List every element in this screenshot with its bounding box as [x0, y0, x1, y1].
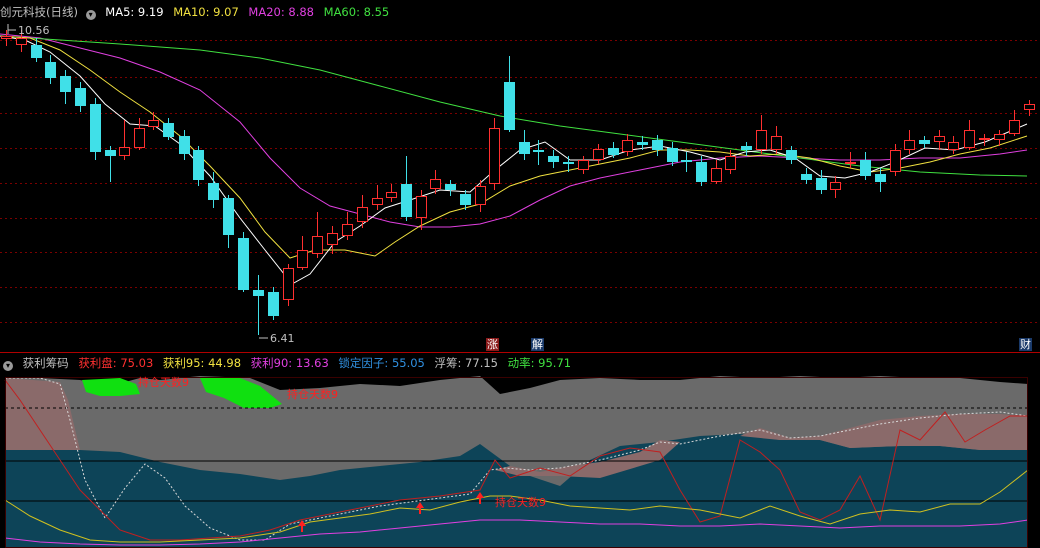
- annotation-2: 持仓天数9: [287, 387, 338, 401]
- candlestick-chart[interactable]: 10.56 6.41: [0, 0, 1040, 353]
- marker-cai[interactable]: 财: [1019, 338, 1032, 351]
- candle[interactable]: [964, 120, 975, 150]
- sub-indicator-menu-icon[interactable]: ▾: [3, 361, 13, 371]
- candle[interactable]: [134, 118, 145, 150]
- sub-title[interactable]: 获利筹码: [23, 356, 69, 370]
- candle[interactable]: [801, 168, 812, 184]
- stat-float: 浮筹: 77.15: [434, 356, 498, 370]
- candle[interactable]: [608, 142, 619, 158]
- candle[interactable]: [297, 236, 308, 270]
- candle[interactable]: [163, 118, 174, 140]
- annotation-1: 持仓天数9: [138, 375, 189, 389]
- candle[interactable]: [105, 146, 116, 182]
- candle[interactable]: [756, 115, 767, 154]
- candle[interactable]: [816, 170, 827, 194]
- candle[interactable]: [948, 136, 959, 154]
- stat-huoli95: 获利95: 44.98: [162, 356, 242, 370]
- candle[interactable]: [548, 150, 559, 168]
- ma-line: [0, 33, 1028, 228]
- candle[interactable]: [475, 180, 486, 212]
- candle[interactable]: [489, 118, 500, 190]
- candle[interactable]: [934, 130, 945, 150]
- candle[interactable]: [533, 140, 544, 165]
- candle[interactable]: [208, 172, 219, 208]
- candle[interactable]: [31, 38, 42, 62]
- candle[interactable]: [357, 195, 368, 228]
- candle[interactable]: [919, 136, 930, 148]
- candle[interactable]: [1, 30, 12, 46]
- stat-momentum: 动率: 95.71: [507, 356, 572, 370]
- candle[interactable]: [401, 156, 412, 221]
- candle[interactable]: [622, 134, 633, 156]
- marker-jie[interactable]: 解: [531, 338, 544, 351]
- candle[interactable]: [578, 156, 589, 174]
- stat-huolipan: 获利盘: 75.03: [78, 356, 154, 370]
- candle[interactable]: [386, 184, 397, 202]
- low-price-label: 6.41: [270, 332, 295, 345]
- high-price-label: 10.56: [18, 24, 50, 37]
- candle[interactable]: [711, 160, 722, 184]
- candle[interactable]: [771, 126, 782, 154]
- candle[interactable]: [342, 212, 353, 240]
- candle[interactable]: [681, 152, 692, 172]
- candle[interactable]: [504, 56, 515, 132]
- candle[interactable]: [860, 152, 871, 180]
- candle[interactable]: [519, 130, 530, 160]
- candle[interactable]: [90, 98, 101, 160]
- candle[interactable]: [60, 70, 71, 104]
- candle[interactable]: [253, 275, 264, 335]
- stat-lock-factor: 锁定因子: 55.05: [338, 356, 425, 370]
- annotation-3: 持仓天数9: [495, 495, 546, 509]
- ma-line: [0, 35, 1028, 259]
- sub-chart-header: ▾ 获利筹码 获利盘: 75.03 获利95: 44.98 获利90: 13.6…: [0, 355, 577, 371]
- candle[interactable]: [223, 195, 234, 248]
- candle[interactable]: [75, 82, 86, 112]
- candle[interactable]: [979, 134, 990, 146]
- candle[interactable]: [372, 185, 383, 210]
- marker-zhang[interactable]: 涨: [486, 338, 499, 351]
- candle[interactable]: [593, 144, 604, 164]
- candle[interactable]: [193, 146, 204, 186]
- candle[interactable]: [179, 130, 190, 160]
- candle[interactable]: [238, 232, 249, 292]
- candle[interactable]: [283, 264, 294, 306]
- candle[interactable]: [45, 55, 56, 84]
- candle[interactable]: [904, 130, 915, 154]
- candle[interactable]: [741, 142, 752, 156]
- candle[interactable]: [830, 176, 841, 198]
- chip-distribution-chart[interactable]: 持仓天数9 持仓天数9 持仓天数9: [0, 372, 1040, 548]
- candle[interactable]: [268, 287, 279, 320]
- candle[interactable]: [119, 120, 130, 160]
- stat-huoli90: 获利90: 13.63: [250, 356, 329, 370]
- candle[interactable]: [445, 180, 456, 196]
